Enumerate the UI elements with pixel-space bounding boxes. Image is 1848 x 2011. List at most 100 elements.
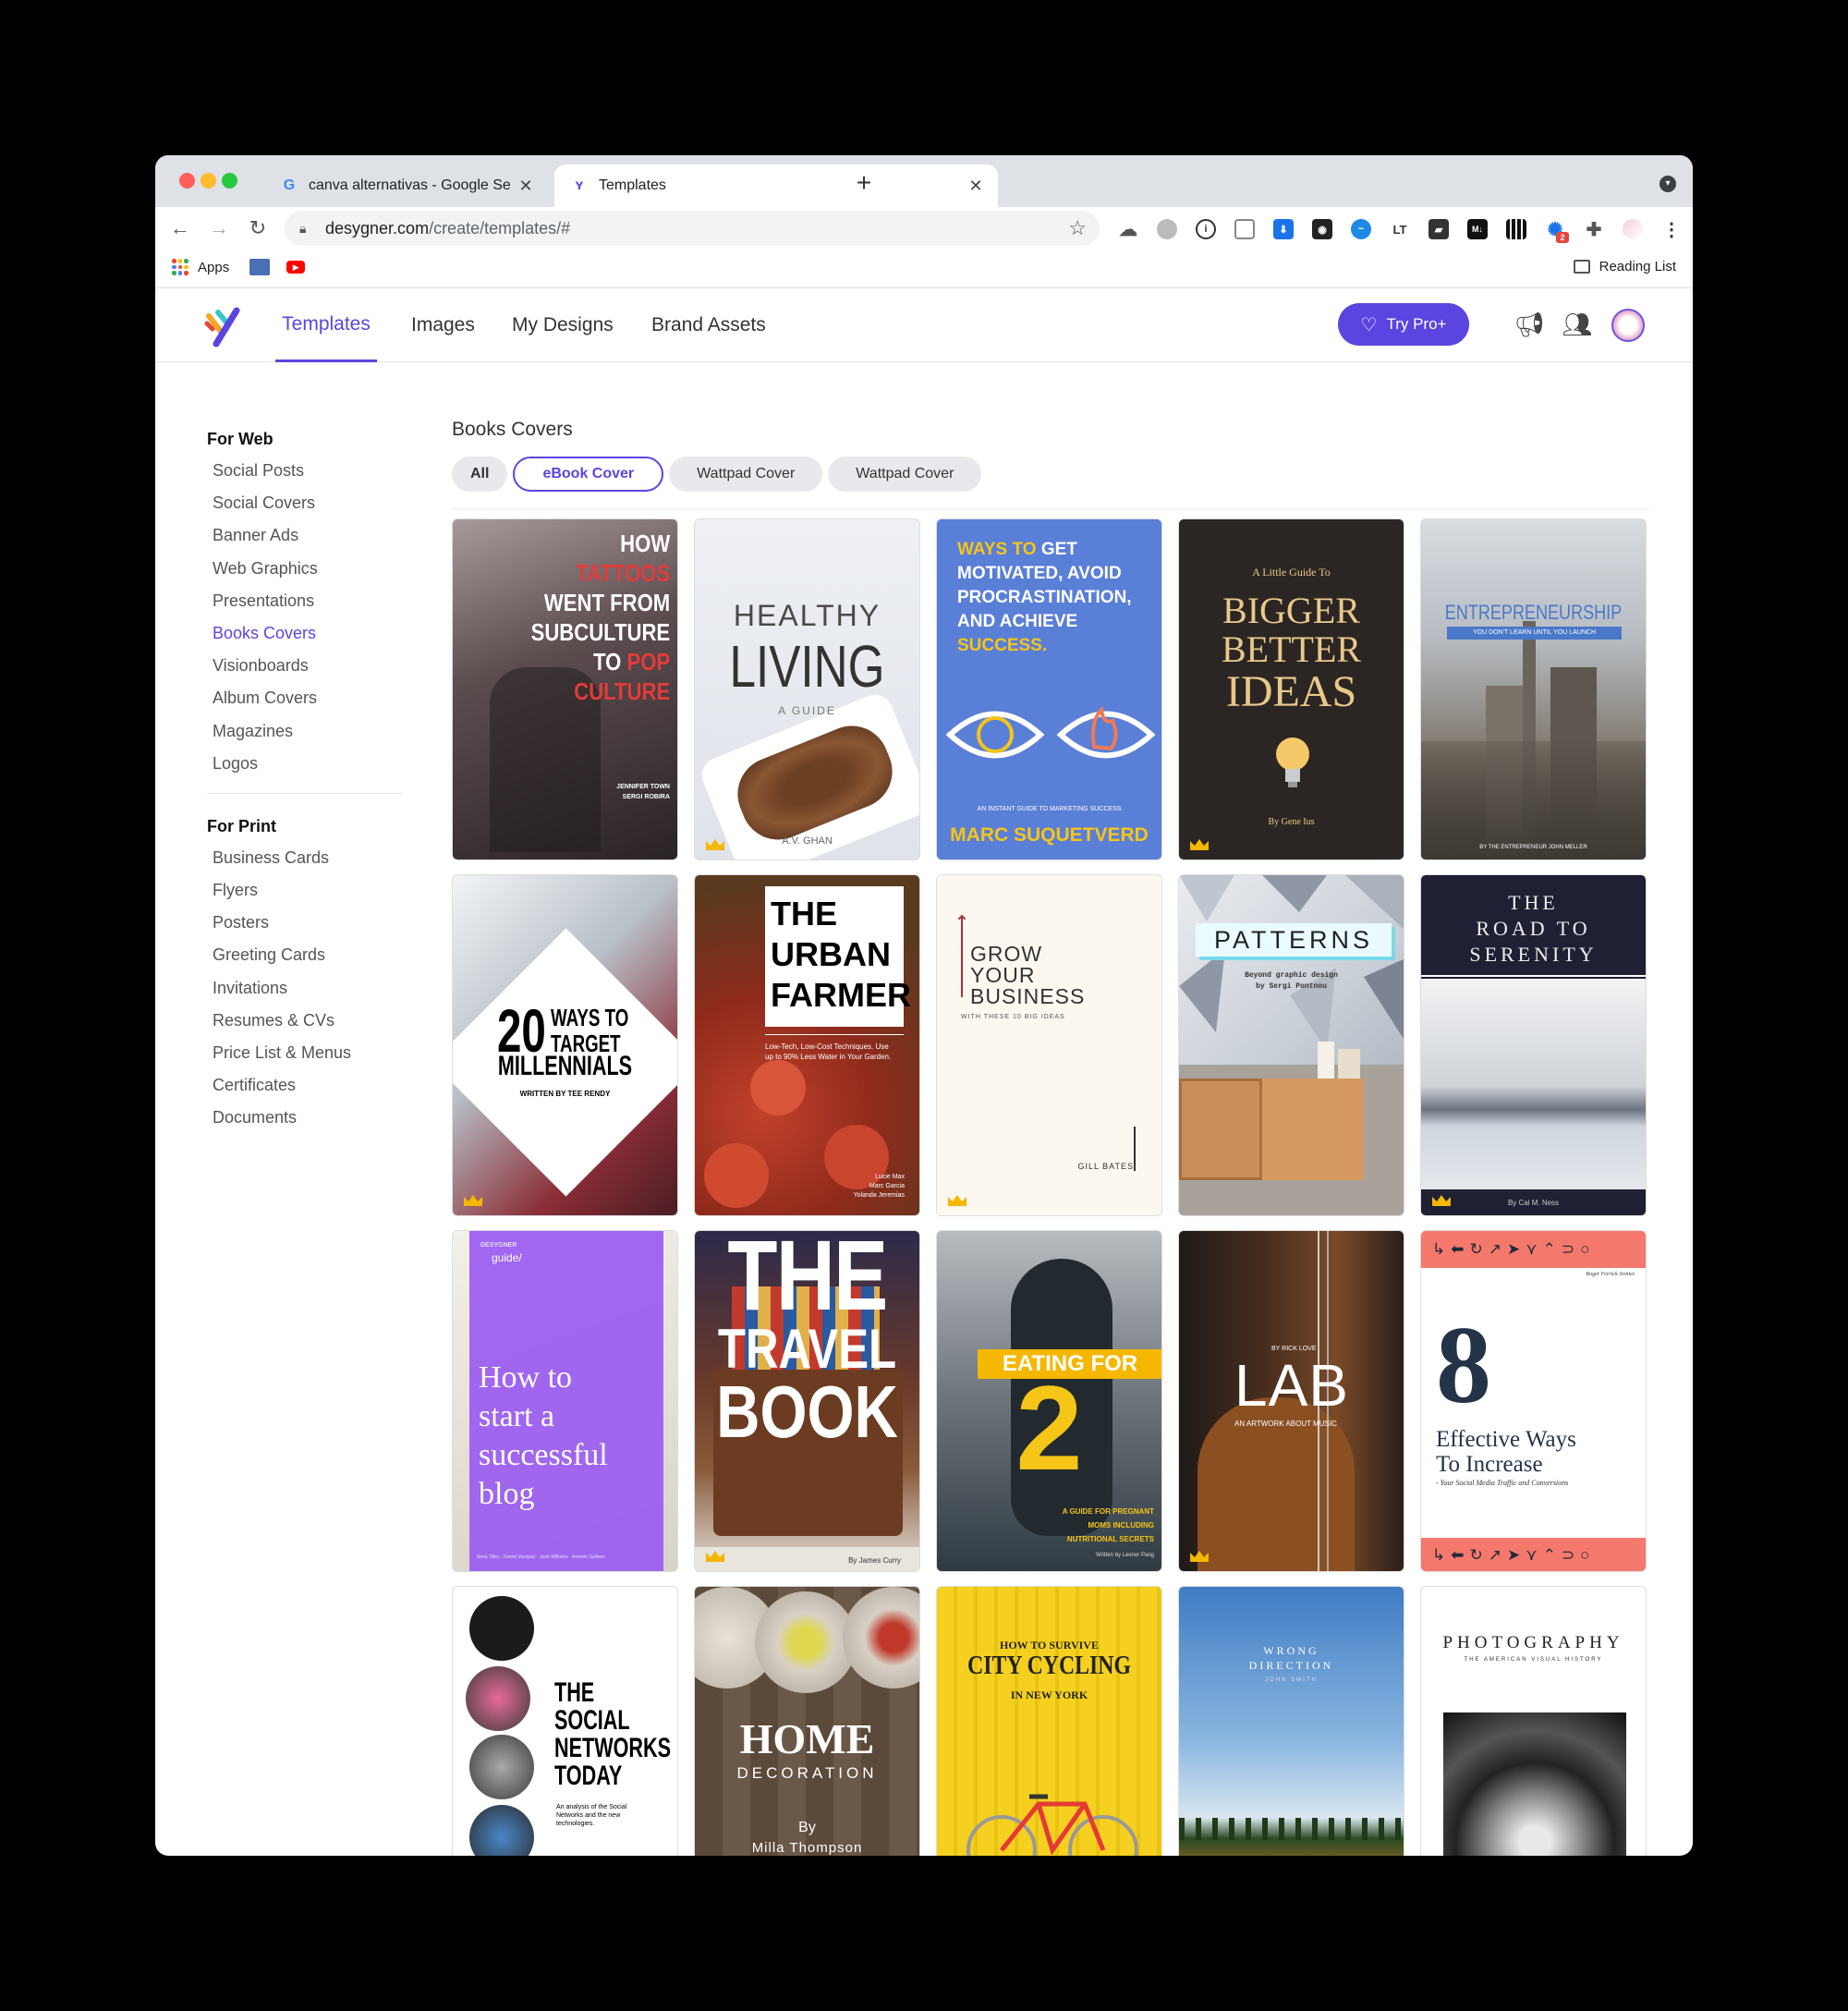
sidebar-item-social-posts[interactable]: Social Posts xyxy=(207,455,407,487)
template-card-travel-book[interactable]: THE TRAVEL BOOK By James Curry xyxy=(694,1230,920,1572)
sidebar-item-banner-ads[interactable]: Banner Ads xyxy=(207,519,407,552)
back-icon[interactable]: ← xyxy=(164,213,196,244)
tab-templates[interactable]: ʏ Templates ✕ xyxy=(554,165,998,207)
menu-dots-icon[interactable]: ⋮ xyxy=(1661,219,1682,240)
apps-bookmark[interactable]: Apps ▶ xyxy=(172,259,306,275)
reading-list-button[interactable]: Reading List xyxy=(1573,259,1676,274)
nav-images[interactable]: Images xyxy=(411,288,475,362)
zoom-window-button[interactable] xyxy=(222,173,237,189)
address-bar[interactable]: 🔒︎ desygner.com/create/templates/# ☆ xyxy=(285,211,1100,246)
template-card-lab[interactable]: BY RICK LOVE LAB AN ARTWORK ABOUT MUSIC xyxy=(1178,1230,1404,1572)
nav-my-designs[interactable]: My Designs xyxy=(512,288,614,362)
reload-icon[interactable]: ↻ xyxy=(242,213,274,244)
cover-text: THE xyxy=(554,1677,595,1708)
camera-extension-icon[interactable]: ◉ xyxy=(1312,219,1332,239)
filter-wattpad-cover-2[interactable]: Wattpad Cover xyxy=(828,457,982,492)
template-card-photography[interactable]: PHOTOGRAPHY THE AMERICAN VISUAL HISTORY xyxy=(1420,1586,1647,1856)
cover-author: Marc Garcia xyxy=(869,1183,905,1189)
minimize-window-button[interactable] xyxy=(201,173,216,189)
category-sidebar: For Web Social Posts Social Covers Banne… xyxy=(207,423,407,1135)
cover-text: ROAD TO xyxy=(1476,917,1591,940)
sidebar-item-flyers[interactable]: Flyers xyxy=(207,874,407,907)
premium-crown-icon xyxy=(948,1195,967,1206)
template-card-8-effective-ways[interactable]: ↳⬅↻↗➤⋎⌃⊃○ Roger Ferrick Armies 8 Effecti… xyxy=(1420,1230,1647,1572)
m-extension-icon[interactable]: M↓ xyxy=(1467,219,1488,239)
template-card-tattoos[interactable]: HOW TATTOOS WENT FROM SUBCULTURE TO POP … xyxy=(452,518,678,860)
nav-templates[interactable]: Templates xyxy=(275,288,377,362)
document-extension-icon[interactable] xyxy=(1234,219,1255,239)
bicycle-illustration xyxy=(967,1794,1138,1856)
desygner-logo-icon[interactable] xyxy=(201,305,244,347)
cover-text: PROCRASTINATION, xyxy=(957,588,1132,607)
cover-text: BOOK xyxy=(716,1371,898,1453)
template-card-entrepreneurship[interactable]: ENTREPRENEURSHIP YOU DON'T LEARN UNTIL Y… xyxy=(1420,518,1647,860)
cover-text: BIGGER xyxy=(1222,590,1360,631)
avatar[interactable] xyxy=(1611,309,1645,342)
template-card-home-decoration[interactable]: HOME DECORATION By Milla Thompson xyxy=(694,1586,920,1856)
sidebar-item-posters[interactable]: Posters xyxy=(207,907,407,939)
cover-author: By Gene Ius xyxy=(1268,817,1315,827)
cover-text: WAYS TO xyxy=(957,540,1041,559)
template-card-healthy-living[interactable]: HEALTHY LIVING A GUIDE A.V. GHAN xyxy=(694,518,920,860)
sidebar-item-visionboards[interactable]: Visionboards xyxy=(207,650,407,682)
template-card-eating-for-2[interactable]: EATING FOR 2 A GUIDE FOR PREGNANT MOMS I… xyxy=(936,1230,1162,1572)
pulse-extension-icon[interactable]: ~ xyxy=(1351,219,1371,239)
template-card-motivated[interactable]: WAYS TO GET MOTIVATED, AVOID PROCRASTINA… xyxy=(936,518,1162,860)
close-tab-icon[interactable]: ✕ xyxy=(515,177,537,196)
sidebar-item-greeting-cards[interactable]: Greeting Cards xyxy=(207,939,407,971)
website-bookmark-icon[interactable] xyxy=(249,259,271,275)
close-tab-icon[interactable]: ✕ xyxy=(965,177,987,196)
filter-wattpad-cover[interactable]: Wattpad Cover xyxy=(669,457,823,492)
filter-all[interactable]: All xyxy=(452,457,508,492)
sidebar-item-album-covers[interactable]: Album Covers xyxy=(207,682,407,714)
sidebar-item-documents[interactable]: Documents xyxy=(207,1102,407,1134)
new-tab-button[interactable]: + xyxy=(850,168,878,198)
template-card-bigger-ideas[interactable]: A Little Guide To BIGGER BETTER IDEAS By… xyxy=(1178,518,1404,860)
forward-icon[interactable]: → xyxy=(203,213,235,244)
sparkle-extension-icon[interactable]: ✺ 2 xyxy=(1545,219,1569,243)
close-window-button[interactable] xyxy=(179,173,195,189)
sidebar-item-resumes-cvs[interactable]: Resumes & CVs xyxy=(207,1005,407,1037)
template-card-grow-business[interactable]: GROW YOUR BUSINESS WITH THESE 10 BIG IDE… xyxy=(936,874,1162,1216)
sidebar-item-business-cards[interactable]: Business Cards xyxy=(207,842,407,874)
tab-search-icon[interactable]: ▾ xyxy=(1660,176,1676,192)
youtube-icon[interactable]: ▶ xyxy=(286,261,306,274)
qr-extension-icon[interactable] xyxy=(1506,219,1526,239)
sidebar-item-books-covers[interactable]: Books Covers xyxy=(207,617,407,650)
template-card-patterns[interactable]: PATTERNS Beyond graphic design by Sergi … xyxy=(1178,874,1404,1216)
cover-author: JOHN SMITH xyxy=(1265,1677,1318,1683)
template-card-blog[interactable]: DESYGNER guide/ How to start a successfu… xyxy=(452,1230,678,1572)
sidebar-item-presentations[interactable]: Presentations xyxy=(207,585,407,617)
tab-google-search[interactable]: G canva alternativas - Google Se ✕ xyxy=(266,165,548,207)
filter-ebook-cover[interactable]: eBook Cover xyxy=(513,457,664,492)
info-extension-icon[interactable]: i xyxy=(1196,219,1216,239)
megaphone-icon[interactable]: 📢︎ xyxy=(1514,309,1545,340)
template-card-wrong-direction[interactable]: WRONG DIRECTION JOHN SMITH xyxy=(1178,1586,1404,1856)
cover-text: SOCIAL xyxy=(554,1705,630,1736)
template-card-social-networks[interactable]: THE SOCIAL NETWORKS TODAY An analysis of… xyxy=(452,1586,678,1856)
template-card-road-serenity[interactable]: THE ROAD TO SERENITY By Cal M. Ness xyxy=(1420,874,1647,1216)
try-pro-button[interactable]: ♡ Try Pro+ xyxy=(1338,303,1469,346)
download-extension-icon[interactable]: ⬇ xyxy=(1273,219,1294,239)
sidebar-item-web-graphics[interactable]: Web Graphics xyxy=(207,553,407,585)
flag-extension-icon[interactable]: ▰ xyxy=(1429,219,1449,239)
bookmark-star-icon[interactable]: ☆ xyxy=(1068,216,1087,240)
cover-text: BUSINESS xyxy=(970,984,1086,1008)
puzzle-icon[interactable]: ✚ xyxy=(1584,219,1604,240)
sidebar-item-magazines[interactable]: Magazines xyxy=(207,715,407,748)
team-icon[interactable]: 👥︎ xyxy=(1562,309,1593,340)
template-card-urban-farmer[interactable]: THE URBAN FARMER Low-Tech, Low-Cost Tech… xyxy=(694,874,920,1216)
sidebar-item-certificates[interactable]: Certificates xyxy=(207,1069,407,1102)
template-card-city-cycling[interactable]: HOW TO SURVIVE CITY CYCLING IN NEW YORK xyxy=(936,1586,1162,1856)
nav-brand-assets[interactable]: Brand Assets xyxy=(651,288,766,362)
extension-grey-icon[interactable] xyxy=(1157,219,1177,239)
template-card-millennials[interactable]: 20 WAYS TO TARGET MILLENNIALS WRITTEN BY… xyxy=(452,874,678,1216)
sidebar-item-logos[interactable]: Logos xyxy=(207,748,407,780)
cover-author: JENNIFER TOWN xyxy=(616,784,670,790)
sidebar-item-social-covers[interactable]: Social Covers xyxy=(207,487,407,519)
lt-extension-icon[interactable]: LT xyxy=(1390,219,1410,239)
profile-icon[interactable] xyxy=(1623,219,1643,239)
sidebar-item-invitations[interactable]: Invitations xyxy=(207,972,407,1005)
cloud-icon[interactable]: ☁ xyxy=(1118,219,1138,240)
sidebar-item-price-list-menus[interactable]: Price List & Menus xyxy=(207,1037,407,1069)
